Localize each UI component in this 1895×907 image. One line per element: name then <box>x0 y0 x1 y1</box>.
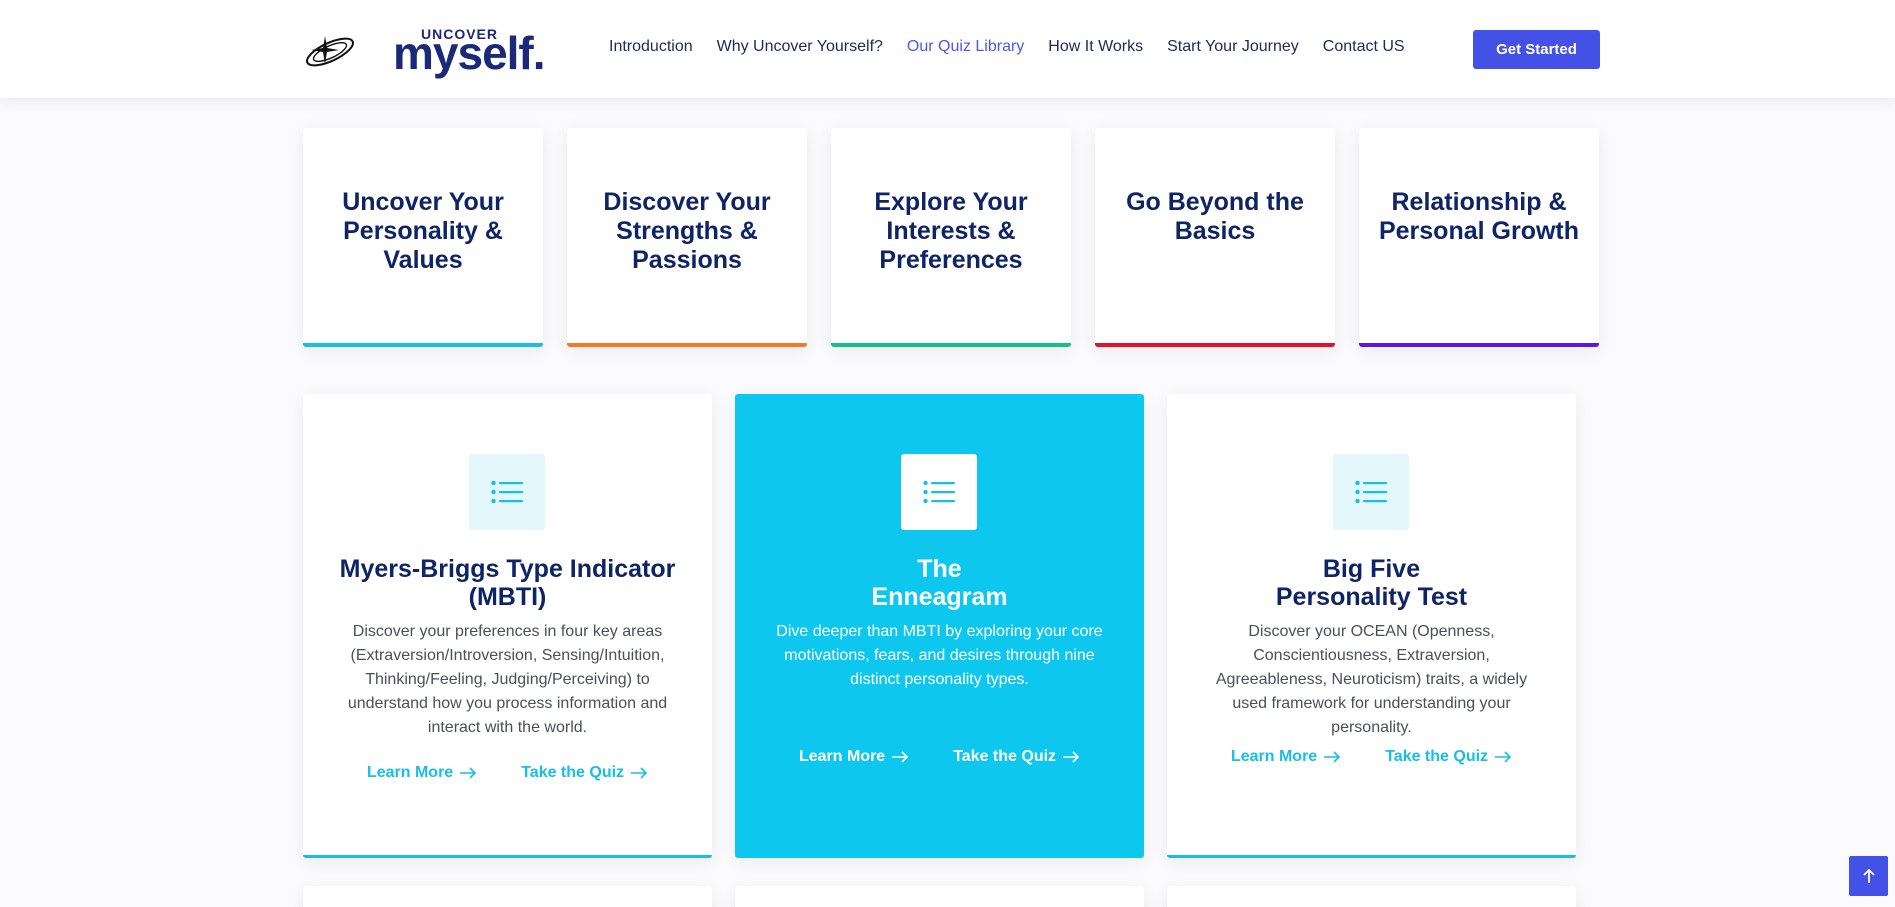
category-accent-bar <box>1095 343 1335 347</box>
learn-more-link[interactable]: Learn More <box>367 764 477 782</box>
category-accent-bar <box>303 343 543 347</box>
category-accent-bar <box>567 343 807 347</box>
quiz-card <box>1167 886 1576 907</box>
quiz-links: Learn More Take the Quiz <box>303 764 712 782</box>
learn-more-link[interactable]: Learn More <box>799 748 909 766</box>
quiz-row: Myers-Briggs Type Indicator (MBTI) Disco… <box>303 394 1599 858</box>
site-header: UNCOVER myself. Introduction Why Uncover… <box>0 0 1895 98</box>
category-title: Explore Your Interests & Preferences <box>874 188 1028 274</box>
next-quiz-row <box>303 886 1599 907</box>
arrow-right-icon <box>892 751 909 763</box>
quiz-description: Discover your preferences in four key ar… <box>347 623 668 736</box>
quiz-description: Dive deeper than MBTI by exploring your … <box>776 623 1103 688</box>
category-title: Relationship & Personal Growth <box>1378 188 1580 245</box>
arrow-right-icon <box>631 767 648 779</box>
category-card-beyond-basics[interactable]: Go Beyond the Basics <box>1095 128 1335 347</box>
category-card-interests-preferences[interactable]: Explore Your Interests & Preferences <box>831 128 1071 347</box>
quiz-accent-bar <box>1167 855 1576 858</box>
take-quiz-link[interactable]: Take the Quiz <box>953 748 1080 766</box>
planet-logo-icon <box>306 36 354 67</box>
quiz-accent-bar <box>303 855 712 858</box>
category-accent-bar <box>1359 343 1599 347</box>
quiz-card-big-five: Big Five Personality Test Discover your … <box>1167 394 1576 858</box>
page: UNCOVER myself. Introduction Why Uncover… <box>0 0 1895 907</box>
take-quiz-link[interactable]: Take the Quiz <box>1385 748 1512 766</box>
quiz-title: The Enneagram <box>871 555 1008 611</box>
category-card-personality-values[interactable]: Uncover Your Personality & Values <box>303 128 543 347</box>
nav-why-uncover-yourself[interactable]: Why Uncover Yourself? <box>717 38 883 60</box>
learn-more-link[interactable]: Learn More <box>1231 748 1341 766</box>
category-title: Discover Your Strengths & Passions <box>603 188 771 274</box>
category-card-strengths-passions[interactable]: Discover Your Strengths & Passions <box>567 128 807 347</box>
get-started-button[interactable]: Get Started <box>1473 30 1600 69</box>
nav-start-your-journey[interactable]: Start Your Journey <box>1167 38 1299 60</box>
category-title: Uncover Your Personality & Values <box>342 188 504 274</box>
logo-wordmark: myself. <box>393 27 546 79</box>
quiz-card <box>735 886 1144 907</box>
category-accent-bar <box>831 343 1071 347</box>
list-icon <box>469 454 545 530</box>
arrow-up-icon <box>1862 868 1875 883</box>
arrow-right-icon <box>1495 751 1512 763</box>
category-row: Uncover Your Personality & Values Discov… <box>303 128 1599 347</box>
quiz-card-enneagram: The Enneagram Dive deeper than MBTI by e… <box>735 394 1144 858</box>
quiz-title: Myers-Briggs Type Indicator (MBTI) <box>339 555 676 611</box>
category-card-relationship-growth[interactable]: Relationship & Personal Growth <box>1359 128 1599 347</box>
nav-contact-us[interactable]: Contact US <box>1323 38 1405 60</box>
nav-how-it-works[interactable]: How It Works <box>1048 38 1143 60</box>
list-icon <box>901 454 977 530</box>
arrow-right-icon <box>1324 751 1341 763</box>
main-nav: Introduction Why Uncover Yourself? Our Q… <box>609 38 1429 60</box>
quiz-card <box>303 886 712 907</box>
nav-introduction[interactable]: Introduction <box>609 38 693 60</box>
list-icon <box>1333 454 1409 530</box>
quiz-card-mbti: Myers-Briggs Type Indicator (MBTI) Disco… <box>303 394 712 858</box>
quiz-links: Learn More Take the Quiz <box>1167 748 1576 766</box>
quiz-links: Learn More Take the Quiz <box>735 748 1144 766</box>
arrow-right-icon <box>1063 751 1080 763</box>
take-quiz-link[interactable]: Take the Quiz <box>521 764 648 782</box>
quiz-title: Big Five Personality Test <box>1275 555 1468 611</box>
logo[interactable]: UNCOVER myself. <box>303 22 548 77</box>
category-title: Go Beyond the Basics <box>1126 188 1304 245</box>
back-to-top-button[interactable] <box>1849 856 1888 896</box>
nav-our-quiz-library[interactable]: Our Quiz Library <box>907 38 1024 60</box>
arrow-right-icon <box>460 767 477 779</box>
quiz-description: Discover your OCEAN (Openness, Conscient… <box>1215 623 1528 736</box>
